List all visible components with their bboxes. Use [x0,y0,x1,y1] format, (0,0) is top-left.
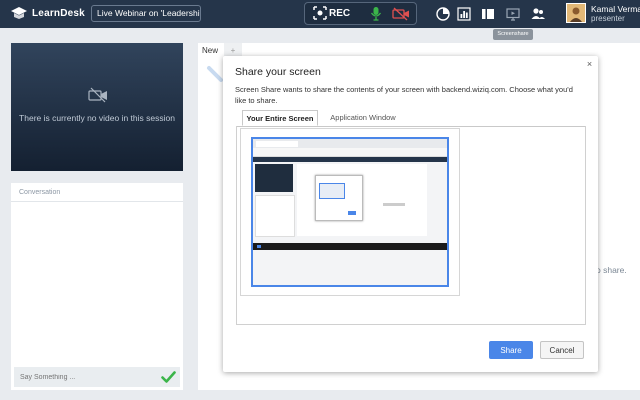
app-logo: LearnDesk [10,6,85,20]
tab-entire-screen[interactable]: Your Entire Screen [242,110,318,126]
user-role: presenter [591,14,625,23]
no-video-message: There is currently no video in this sess… [19,113,175,123]
layout-icon[interactable] [480,6,496,22]
chart-icon[interactable] [456,6,472,22]
timer-icon[interactable] [435,6,451,22]
cancel-button[interactable]: Cancel [540,341,584,359]
screen-thumbnail-frame [240,128,460,296]
mic-icon[interactable] [369,6,383,21]
send-check-icon[interactable] [161,370,176,384]
tab-application-window[interactable]: Application Window [326,110,400,126]
video-off-icon [88,87,107,103]
share-button[interactable]: Share [489,341,533,359]
avatar [566,3,586,23]
share-screen-dialog: × Share your screen Screen Share wants t… [223,56,598,372]
camera-off-icon[interactable] [391,6,411,21]
conversation-header: Conversation [19,189,61,196]
board-hint-text: o share. [596,265,627,275]
webinar-title: Live Webinar on 'Leadership; [91,5,201,22]
rec-icon [313,6,327,20]
conversation-panel: Conversation [11,183,183,390]
logo-text: LearnDesk [32,7,85,19]
chat-input-bar [14,367,180,387]
screenshare-icon[interactable] [505,6,521,22]
recording-controls: REC [304,2,417,25]
close-icon[interactable]: × [585,59,594,69]
chat-input[interactable] [16,369,156,385]
screenshare-tooltip: Screenshare [493,29,533,40]
logo-icon [11,7,27,19]
divider [11,201,183,202]
video-panel: There is currently no video in this sess… [11,43,183,171]
top-bar: LearnDesk Live Webinar on 'Leadership; R… [0,0,640,28]
dialog-description: Screen Share wants to share the contents… [235,85,573,105]
user-name: Kamal Verma [591,4,640,14]
users-icon[interactable] [530,6,546,22]
arrow-icon [207,66,223,82]
record-button[interactable]: REC [313,6,350,20]
screen-thumbnail[interactable] [251,137,449,287]
tab-new[interactable]: New [198,43,222,59]
rec-label: REC [329,7,351,19]
share-tabs: Your Entire Screen Application Window [236,110,586,127]
dialog-title: Share your screen [235,66,321,78]
share-source-area [236,126,586,325]
avatar-face-icon [567,4,585,22]
